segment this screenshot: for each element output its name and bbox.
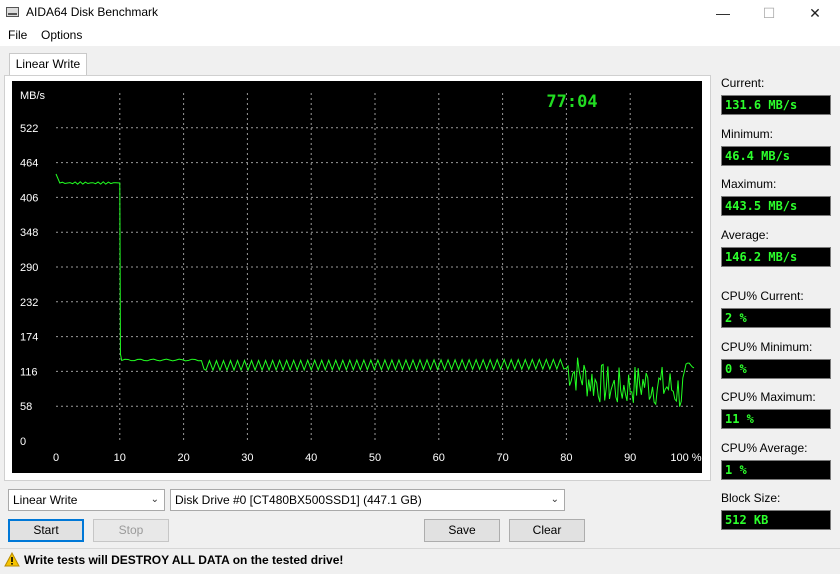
y-unit-label: MB/s	[20, 90, 46, 102]
x-tick-label: 90	[624, 452, 636, 464]
x-tick-label: 50	[369, 452, 381, 464]
drive-value: Disk Drive #0 [CT480BX500SSD1] (447.1 GB…	[175, 493, 422, 507]
x-tick-label: 70	[496, 452, 508, 464]
test-type-value: Linear Write	[13, 493, 78, 507]
stat-value: 146.2 MB/s	[721, 246, 831, 267]
y-tick-label: 348	[20, 227, 38, 239]
chevron-down-icon: ⌄	[550, 494, 559, 505]
stat-value: 46.4 MB/s	[721, 145, 831, 166]
y-tick-label: 290	[20, 262, 38, 274]
x-tick-label: 30	[241, 452, 253, 464]
disk-app-icon	[6, 7, 19, 17]
y-tick-label: 522	[20, 123, 38, 135]
x-tick-label: 20	[177, 452, 189, 464]
minimize-button[interactable]: —	[700, 0, 746, 26]
stat-label: Minimum:	[721, 126, 774, 141]
stop-button[interactable]: Stop	[93, 519, 169, 542]
y-tick-label: 464	[20, 158, 38, 170]
stat-label: Current:	[721, 76, 765, 90]
chevron-down-icon: ⌄	[150, 494, 159, 505]
menu-options[interactable]: Options	[41, 28, 82, 42]
menu-bar	[0, 26, 840, 46]
stat-value: 443.5 MB/s	[721, 196, 831, 216]
clear-button[interactable]: Clear	[509, 519, 585, 542]
y-tick-label: 232	[20, 297, 38, 309]
stat-value: 2 %	[721, 308, 831, 328]
x-tick-label: 0	[53, 452, 59, 464]
x-tick-label: 10	[114, 452, 126, 464]
stat-value: 131.6 MB/s	[721, 95, 831, 115]
test-type-select[interactable]: Linear Write ⌄	[8, 489, 165, 511]
x-tick-label: 100 %	[670, 452, 701, 464]
y-tick-label: 58	[20, 401, 32, 413]
stat-label: CPU% Minimum:	[721, 339, 813, 354]
x-tick-label: 80	[560, 452, 572, 464]
chart-background	[12, 81, 702, 473]
stat-value: 0 %	[721, 358, 831, 379]
y-tick-label: 174	[20, 332, 38, 344]
close-button[interactable]: ✕	[792, 0, 838, 26]
x-tick-label: 40	[305, 452, 317, 464]
x-tick-label: 60	[433, 452, 445, 464]
stat-value: 11 %	[721, 409, 831, 429]
stat-label: CPU% Average:	[721, 440, 808, 455]
warning-icon	[4, 552, 20, 567]
drive-select[interactable]: Disk Drive #0 [CT480BX500SSD1] (447.1 GB…	[170, 489, 565, 511]
stat-label: CPU% Maximum:	[721, 390, 816, 404]
elapsed-time: 77:04	[546, 92, 597, 112]
stat-value: 1 %	[721, 459, 831, 480]
stat-label: Average:	[721, 227, 769, 242]
stat-label: Block Size:	[721, 491, 781, 505]
warning-text: Write tests will DESTROY ALL DATA on the…	[24, 553, 344, 567]
stat-label: CPU% Current:	[721, 289, 804, 303]
menu-file[interactable]: File	[8, 28, 27, 42]
benchmark-chart: 0 10 20 30 40 50 60 70 80 90 100 % 522 464 406 348 290 2…	[12, 81, 702, 473]
stat-label: Maximum:	[721, 177, 777, 191]
y-tick-label: 0	[20, 436, 26, 448]
tab-linear-write[interactable]: Linear Write	[9, 53, 87, 75]
start-button[interactable]: Start	[8, 519, 84, 542]
y-tick-label: 116	[20, 366, 38, 378]
maximize-button[interactable]: ☐	[746, 0, 792, 26]
save-button[interactable]: Save	[424, 519, 500, 542]
stat-value: 512 KB	[721, 510, 831, 530]
y-tick-label: 406	[20, 192, 38, 204]
window-title: AIDA64 Disk Benchmark	[26, 5, 159, 19]
